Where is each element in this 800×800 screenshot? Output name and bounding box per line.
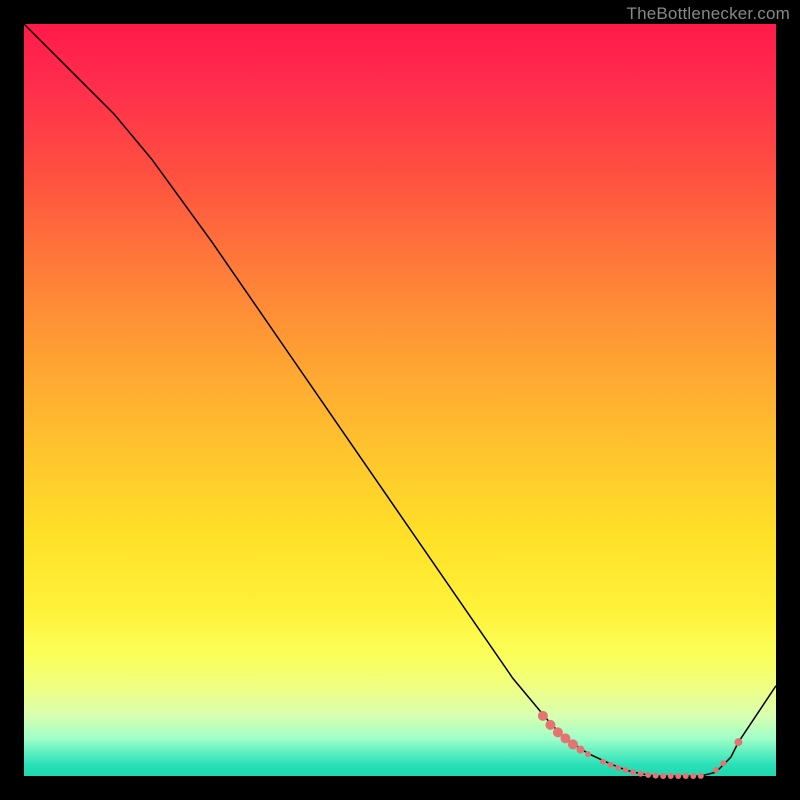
- data-dot: [623, 767, 629, 773]
- data-dot: [600, 759, 606, 765]
- data-dot: [734, 738, 742, 746]
- data-dot: [653, 773, 659, 779]
- data-dot: [538, 711, 548, 721]
- data-dot: [698, 773, 704, 779]
- data-dot: [660, 773, 666, 779]
- data-dot: [576, 746, 584, 754]
- data-dot: [645, 772, 651, 778]
- data-dot: [683, 773, 689, 779]
- data-dot: [638, 771, 644, 777]
- chart-overlay: [24, 24, 776, 776]
- data-dot: [630, 769, 636, 775]
- data-dot: [608, 762, 614, 768]
- watermark-text: TheBottlenecker.com: [627, 4, 791, 24]
- data-dot: [713, 767, 719, 773]
- data-dot: [585, 751, 591, 757]
- data-dot: [668, 773, 674, 779]
- data-dot: [568, 739, 578, 749]
- data-dots: [538, 711, 743, 779]
- data-dot: [545, 720, 555, 730]
- data-dot: [690, 773, 696, 779]
- bottleneck-curve: [24, 24, 776, 776]
- data-dot: [675, 773, 681, 779]
- data-dot: [615, 765, 621, 771]
- data-dot: [720, 760, 726, 766]
